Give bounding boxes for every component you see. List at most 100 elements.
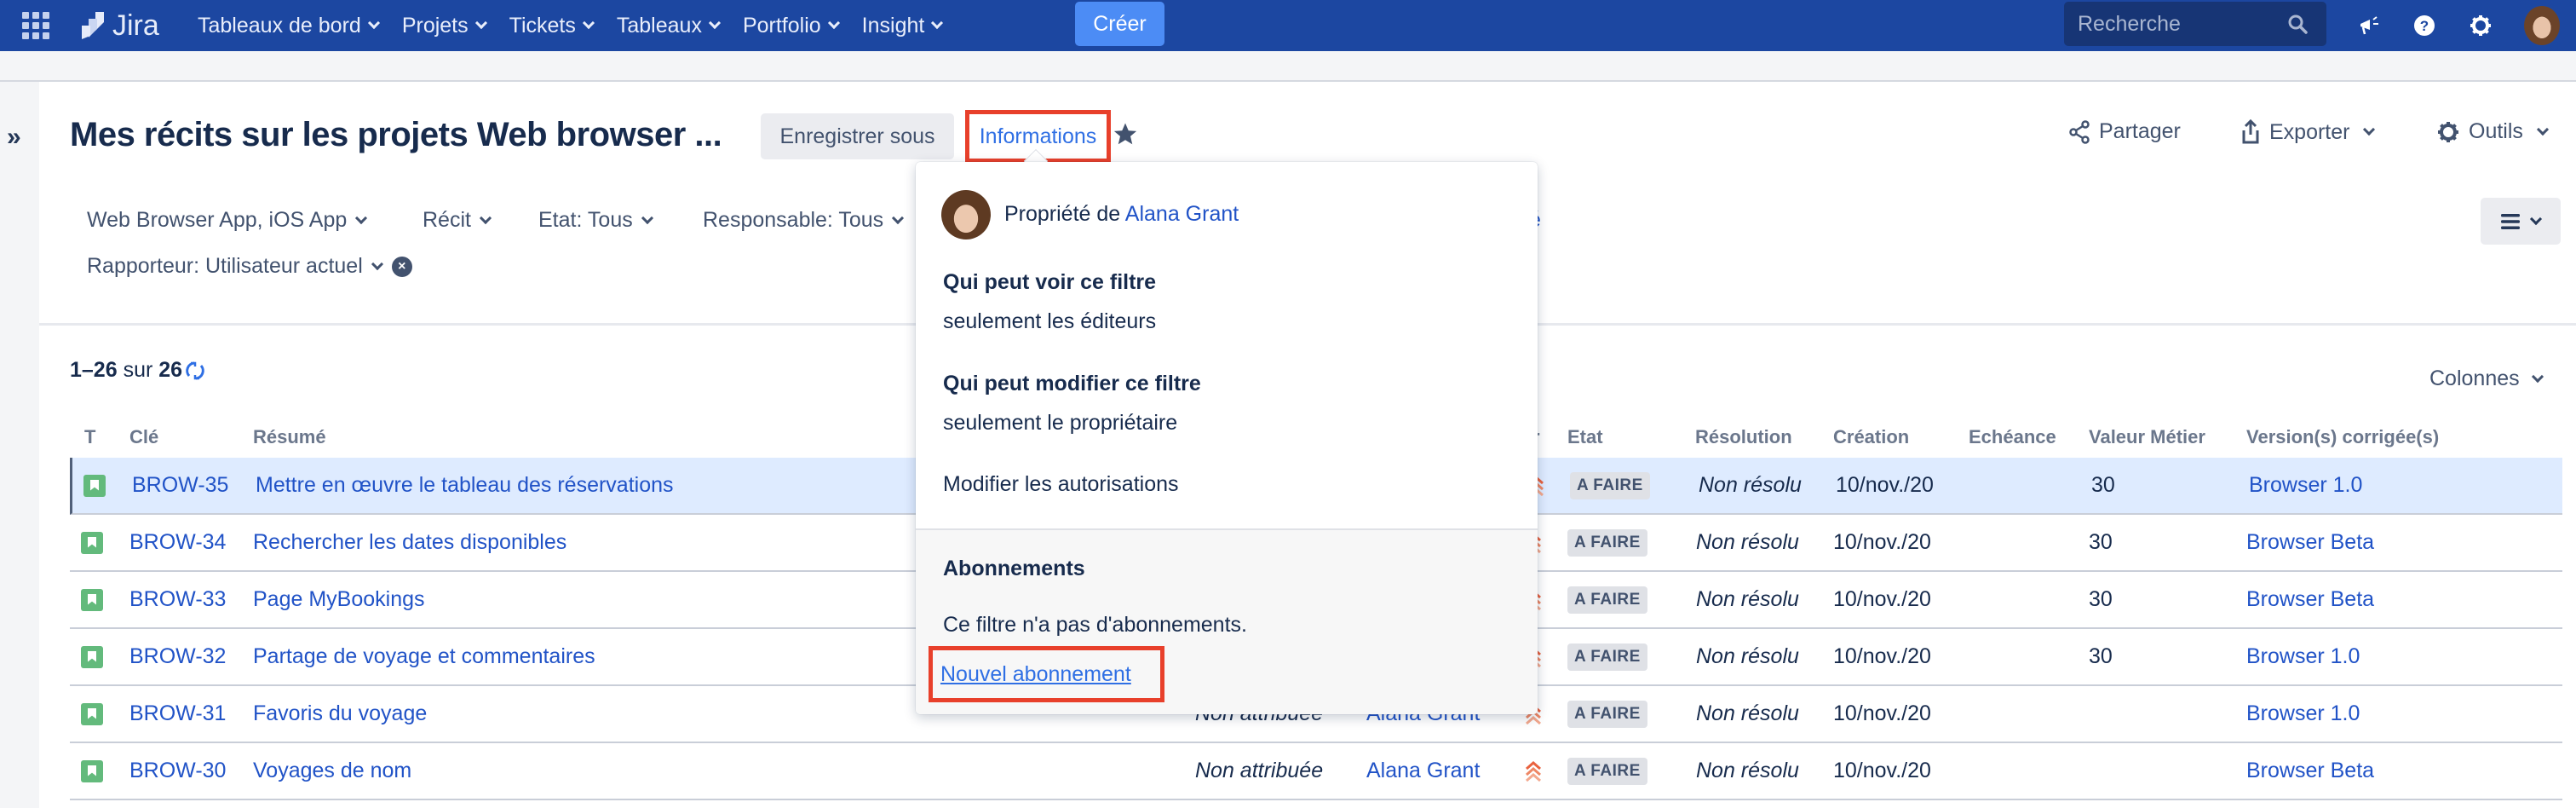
share-label: Partager: [2099, 119, 2181, 143]
issue-resolution: Non résolu: [1696, 644, 1799, 668]
nav-issues[interactable]: Tickets: [509, 13, 595, 38]
new-subscription-link[interactable]: Nouvel abonnement: [929, 646, 1164, 702]
filter-project-label: Web Browser App, iOS App: [87, 208, 348, 232]
chevron-down-icon: [931, 16, 944, 30]
share-icon: [2069, 119, 2090, 144]
issue-assignee: Non attribuée: [1195, 759, 1324, 782]
col-header-summary[interactable]: Résumé: [253, 426, 326, 448]
filter-type[interactable]: Récit: [423, 208, 492, 233]
share-button[interactable]: Partager: [2068, 119, 2181, 144]
status-badge[interactable]: A FAIRE: [1567, 586, 1647, 614]
filter-assignee[interactable]: Responsable: Tous: [703, 208, 905, 233]
jira-logo[interactable]: Jira: [78, 9, 159, 43]
fix-version-link[interactable]: Browser Beta: [2246, 515, 2374, 570]
status-badge[interactable]: A FAIRE: [1567, 700, 1647, 728]
save-as-button[interactable]: Enregistrer sous: [761, 113, 954, 159]
chevron-down-icon: [474, 16, 487, 30]
chevron-down-icon: [371, 257, 383, 270]
status-badge[interactable]: A FAIRE: [1570, 471, 1650, 499]
tools-button[interactable]: Outils: [2436, 119, 2549, 144]
filter-reporter-label: Rapporteur: Utilisateur actuel: [87, 254, 363, 278]
export-button[interactable]: Exporter: [2240, 119, 2376, 145]
nav-boards[interactable]: Tableaux: [617, 14, 722, 38]
story-icon: [83, 474, 106, 497]
story-icon: [81, 531, 103, 554]
issue-key-link[interactable]: BROW-32: [129, 629, 226, 684]
filter-status[interactable]: Etat: Tous: [538, 208, 653, 233]
refresh-icon[interactable]: [184, 360, 206, 382]
issue-summary-link[interactable]: Rechercher les dates disponibles: [253, 515, 566, 570]
fix-version-link[interactable]: Browser Beta: [2246, 743, 2374, 799]
col-header-business-value[interactable]: Valeur Métier: [2089, 426, 2205, 448]
help-icon[interactable]: ?: [2411, 12, 2438, 39]
issue-summary-link[interactable]: Partage de voyage et commentaires: [253, 629, 595, 684]
issue-created: 10/nov./20: [1833, 644, 1931, 668]
issue-key-link[interactable]: BROW-34: [129, 515, 226, 570]
col-header-resolution[interactable]: Résolution: [1695, 426, 1792, 448]
search-input[interactable]: [2078, 11, 2282, 37]
user-avatar[interactable]: [2524, 6, 2560, 45]
filter-project[interactable]: Web Browser App, iOS App: [87, 208, 368, 233]
star-icon[interactable]: [1113, 121, 1138, 147]
results-total: 26: [158, 358, 183, 382]
issue-summary-link[interactable]: Voyages de nom: [253, 743, 411, 799]
issue-key-link[interactable]: BROW-33: [129, 572, 226, 627]
clear-filter-icon[interactable]: ×: [391, 256, 412, 277]
story-icon: [81, 645, 103, 668]
issue-key-link[interactable]: BROW-31: [129, 686, 226, 742]
issue-created: 10/nov./20: [1833, 759, 1931, 782]
owner-avatar: [941, 190, 991, 240]
settings-icon[interactable]: [2467, 12, 2494, 39]
nav-portfolio[interactable]: Portfolio: [743, 14, 840, 38]
list-view-icon: [2501, 213, 2520, 229]
issue-resolution: Non résolu: [1696, 587, 1799, 611]
col-header-fix-versions[interactable]: Version(s) corrigée(s): [2246, 426, 2439, 448]
apps-grid-icon[interactable]: [22, 12, 49, 39]
results-of-label: sur: [123, 358, 153, 382]
issue-summary-link[interactable]: Page MyBookings: [253, 572, 425, 627]
layout-toggle-button[interactable]: [2481, 198, 2561, 245]
fix-version-link[interactable]: Browser 1.0: [2246, 629, 2360, 684]
owner-name-link[interactable]: Alana Grant: [1125, 202, 1239, 226]
issue-created: 10/nov./20: [1833, 587, 1931, 611]
columns-button[interactable]: Colonnes: [2429, 366, 2544, 391]
expand-sidebar-icon[interactable]: »: [7, 123, 21, 152]
jira-logo-text: Jira: [112, 9, 159, 42]
issue-key-link[interactable]: BROW-35: [132, 458, 228, 513]
filter-reporter[interactable]: Rapporteur: Utilisateur actuel ×: [87, 254, 412, 279]
issue-summary-link[interactable]: Favoris du voyage: [253, 686, 427, 742]
col-header-due[interactable]: Echéance: [1969, 426, 2056, 448]
col-header-key[interactable]: Clé: [129, 426, 158, 448]
status-badge[interactable]: A FAIRE: [1567, 528, 1647, 557]
nav-issues-label: Tickets: [509, 13, 576, 38]
col-header-status[interactable]: Etat: [1567, 426, 1603, 448]
jira-logo-icon: [82, 12, 104, 39]
issue-resolution: Non résolu: [1696, 530, 1799, 554]
create-button[interactable]: Créer: [1075, 2, 1164, 46]
col-header-type[interactable]: T: [84, 426, 95, 448]
table-row[interactable]: BROW-30 Voyages de nom Non attribuée Alana …: [70, 743, 2562, 800]
export-label: Exporter: [2269, 119, 2350, 144]
search-icon[interactable]: [2287, 14, 2308, 34]
edit-permissions-link[interactable]: Modifier les autorisations: [943, 472, 1179, 497]
issue-key-link[interactable]: BROW-30: [129, 743, 226, 799]
svg-text:?: ?: [2420, 18, 2429, 34]
view-permission-value: seulement les éditeurs: [943, 309, 1157, 333]
issue-summary-link[interactable]: Mettre en œuvre le tableau des réservati…: [256, 458, 674, 513]
issue-business-value: 30: [2089, 644, 2113, 668]
fix-version-link[interactable]: Browser 1.0: [2246, 686, 2360, 742]
fix-version-link[interactable]: Browser Beta: [2246, 572, 2374, 627]
fix-version-link[interactable]: Browser 1.0: [2249, 458, 2362, 513]
issue-reporter-link[interactable]: Alana Grant: [1366, 743, 1480, 799]
issue-resolution: Non résolu: [1696, 759, 1799, 782]
edit-permission-value: seulement le propriétaire: [943, 411, 1178, 435]
nav-projects[interactable]: Projets: [402, 14, 487, 38]
nav-insight[interactable]: Insight: [862, 14, 944, 38]
status-badge[interactable]: A FAIRE: [1567, 757, 1647, 785]
col-header-created[interactable]: Création: [1833, 426, 1909, 448]
chevron-down-icon: [479, 211, 492, 224]
status-badge[interactable]: A FAIRE: [1567, 643, 1647, 671]
issue-created: 10/nov./20: [1836, 473, 1934, 497]
megaphone-icon[interactable]: [2356, 12, 2383, 39]
nav-dashboards[interactable]: Tableaux de bord: [198, 14, 380, 38]
